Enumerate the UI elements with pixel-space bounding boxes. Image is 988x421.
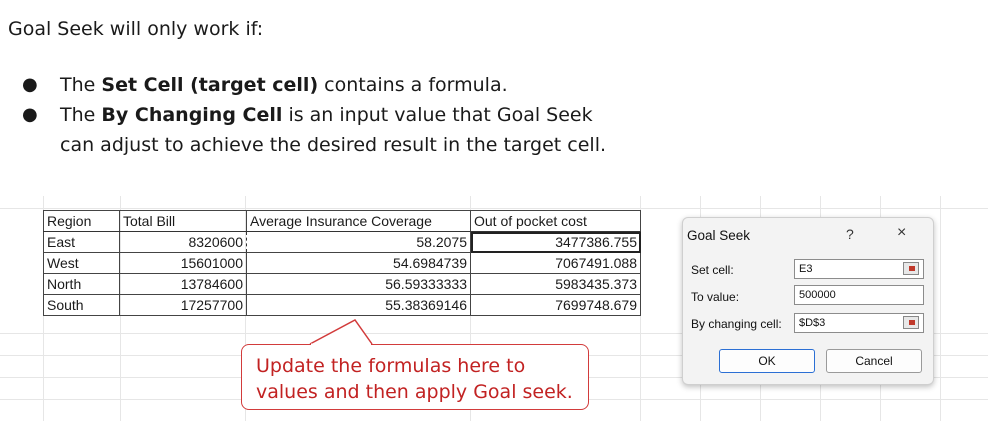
table-cell[interactable]: South (43, 294, 120, 316)
table-cell[interactable]: 17257700 (119, 294, 247, 316)
bullet-text-bold: Set Cell (target cell) (101, 74, 319, 96)
table-row: North 13784600 56.59333333 5983435.373 (43, 273, 641, 295)
to-value-input[interactable]: 500000 (794, 285, 924, 305)
table-cell[interactable]: East (43, 231, 120, 253)
bullet-list: ● The Set Cell (target cell) contains a … (22, 70, 620, 160)
table-cell[interactable]: 13784600 (119, 273, 247, 295)
column-header[interactable]: Region (43, 210, 120, 232)
table-row: South 17257700 55.38369146 7699748.679 (43, 294, 641, 316)
grid-line (940, 196, 941, 421)
table-row: East 8320600 58.2075 3477386.755 (43, 231, 641, 253)
table-cell-selected[interactable]: 3477386.755 (470, 231, 641, 253)
table-cell[interactable]: 5983435.373 (470, 273, 641, 295)
bullet-text-post: contains a formula. (318, 74, 508, 96)
goal-seek-dialog: Goal Seek ? × Set cell: E3 To value: 500… (682, 217, 934, 385)
table-cell[interactable]: 54.6984739 (246, 252, 471, 274)
by-changing-cell-label: By changing cell: (691, 317, 782, 331)
table-cell[interactable]: 56.59333333 (246, 273, 471, 295)
table-cell[interactable]: 7699748.679 (470, 294, 641, 316)
grid-line (0, 208, 988, 209)
column-header[interactable]: Average Insurance Coverage (246, 210, 471, 232)
bullet-icon: ● (22, 104, 38, 125)
bullet-text-pre: The (60, 104, 102, 126)
ok-button[interactable]: OK (719, 349, 815, 373)
range-select-icon[interactable] (903, 316, 919, 329)
data-table: Region Total Bill Average Insurance Cove… (43, 210, 641, 316)
table-cell[interactable]: 58.2075 (246, 231, 471, 253)
table-cell[interactable]: 15601000 (119, 252, 247, 274)
bullet-text-bold: By Changing Cell (101, 104, 283, 126)
table-cell[interactable]: 7067491.088 (470, 252, 641, 274)
bullet-text-pre: The (60, 74, 102, 96)
table-cell[interactable]: North (43, 273, 120, 295)
callout-line: values and then apply Goal seek. (256, 381, 573, 403)
to-value-value: 500000 (799, 289, 836, 301)
to-value-label: To value: (691, 290, 740, 304)
dialog-title: Goal Seek (687, 228, 751, 243)
bullet-item: ● The By Changing Cell is an input value… (22, 100, 620, 160)
bullet-icon: ● (22, 74, 38, 95)
callout-box: Update the formulas here to values and t… (241, 344, 589, 410)
bullet-item: ● The Set Cell (target cell) contains a … (22, 70, 620, 100)
intro-text: Goal Seek will only work if: (8, 18, 264, 40)
column-header[interactable]: Total Bill (119, 210, 247, 232)
cancel-button[interactable]: Cancel (826, 349, 922, 373)
callout-line: Update the formulas here to (256, 355, 526, 377)
column-header[interactable]: Out of pocket cost (470, 210, 641, 232)
range-select-icon[interactable] (903, 262, 919, 275)
table-cell[interactable]: 8320600 (119, 231, 247, 253)
table-cell[interactable]: 55.38369146 (246, 294, 471, 316)
by-changing-cell-value: $D$3 (799, 317, 826, 329)
set-cell-label: Set cell: (691, 263, 734, 277)
table-cell[interactable]: West (43, 252, 120, 274)
set-cell-value: E3 (799, 263, 813, 275)
close-icon[interactable]: × (897, 224, 906, 242)
by-changing-cell-input[interactable]: $D$3 (794, 313, 924, 333)
table-header-row: Region Total Bill Average Insurance Cove… (43, 210, 641, 232)
table-row: West 15601000 54.6984739 7067491.088 (43, 252, 641, 274)
help-icon[interactable]: ? (846, 226, 854, 242)
set-cell-input[interactable]: E3 (794, 259, 924, 279)
